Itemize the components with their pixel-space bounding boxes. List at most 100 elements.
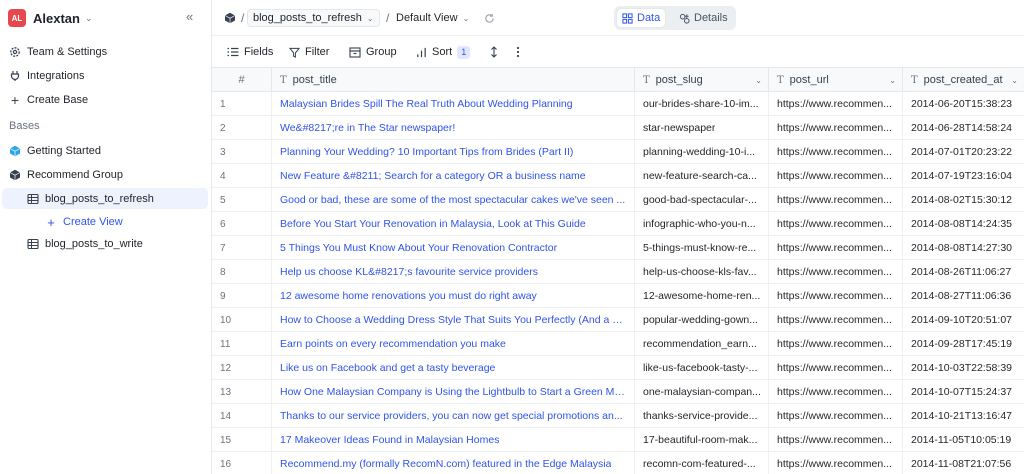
sidebar-item-team-settings[interactable]: Team & Settings	[8, 42, 107, 62]
column-header-post-slug[interactable]: T post_slug ⌄	[635, 68, 769, 92]
post-title-cell[interactable]: Like us on Facebook and get a tasty beve…	[272, 356, 635, 380]
post-slug-cell[interactable]: planning-wedding-10-i...	[635, 140, 769, 164]
filter-button[interactable]: Filter	[289, 44, 329, 60]
sidebar-base-recommend-group[interactable]: Recommend Group	[8, 165, 123, 185]
sort-button[interactable]: Sort 1	[416, 44, 471, 60]
post-url-cell[interactable]: https://www.recommen...	[769, 308, 903, 332]
post-created-at-cell[interactable]: 2014-11-05T10:05:19	[903, 428, 1024, 452]
table-row[interactable]: 15 17 Makeover Ideas Found in Malaysian H…	[212, 428, 1024, 452]
post-title-cell[interactable]: Earn points on every recommendation you …	[272, 332, 635, 356]
post-title-cell[interactable]: Planning Your Wedding? 10 Important Tips…	[272, 140, 635, 164]
table-row[interactable]: 6 Before You Start Your Renovation in Mal…	[212, 212, 1024, 236]
post-url-cell[interactable]: https://www.recommen...	[769, 380, 903, 404]
post-title-cell[interactable]: How to Choose a Wedding Dress Style That…	[272, 308, 635, 332]
tab-details[interactable]: Details	[674, 9, 733, 27]
sidebar-item-integrations[interactable]: Integrations	[8, 66, 84, 86]
table-row[interactable]: 4 New Feature &#8211; Search for a catego…	[212, 164, 1024, 188]
post-slug-cell[interactable]: recomn-com-featured-...	[635, 452, 769, 474]
post-created-at-cell[interactable]: 2014-06-20T15:38:23	[903, 92, 1024, 116]
post-slug-cell[interactable]: thanks-service-provide...	[635, 404, 769, 428]
post-slug-cell[interactable]: popular-wedding-gown...	[635, 308, 769, 332]
post-slug-cell[interactable]: 12-awesome-home-ren...	[635, 284, 769, 308]
table-row[interactable]: 7 5 Things You Must Know About Your Renov…	[212, 236, 1024, 260]
post-slug-cell[interactable]: new-feature-search-ca...	[635, 164, 769, 188]
post-slug-cell[interactable]: our-brides-share-10-im...	[635, 92, 769, 116]
post-url-cell[interactable]: https://www.recommen...	[769, 92, 903, 116]
post-created-at-cell[interactable]: 2014-10-03T22:58:39	[903, 356, 1024, 380]
post-slug-cell[interactable]: star-newspaper	[635, 116, 769, 140]
post-created-at-cell[interactable]: 2014-07-01T20:23:22	[903, 140, 1024, 164]
post-url-cell[interactable]: https://www.recommen...	[769, 164, 903, 188]
post-created-at-cell[interactable]: 2014-09-28T17:45:19	[903, 332, 1024, 356]
post-created-at-cell[interactable]: 2014-06-28T14:58:24	[903, 116, 1024, 140]
sidebar-base-getting-started[interactable]: Getting Started	[8, 141, 101, 161]
post-created-at-cell[interactable]: 2014-08-08T14:27:30	[903, 236, 1024, 260]
post-url-cell[interactable]: https://www.recommen...	[769, 404, 903, 428]
table-row[interactable]: 5 Good or bad, these are some of the most…	[212, 188, 1024, 212]
table-row[interactable]: 14 Thanks to our service providers, you c…	[212, 404, 1024, 428]
post-url-cell[interactable]: https://www.recommen...	[769, 140, 903, 164]
post-created-at-cell[interactable]: 2014-08-08T14:24:35	[903, 212, 1024, 236]
post-url-cell[interactable]: https://www.recommen...	[769, 284, 903, 308]
table-row[interactable]: 3 Planning Your Wedding? 10 Important Tip…	[212, 140, 1024, 164]
sidebar-item-create-base[interactable]: + Create Base	[8, 90, 88, 110]
post-created-at-cell[interactable]: 2014-09-10T20:51:07	[903, 308, 1024, 332]
table-row[interactable]: 16 Recommend.my (formally RecomN.com) fea…	[212, 452, 1024, 474]
breadcrumb-table[interactable]: blog_posts_to_refresh ⌄	[247, 9, 380, 27]
post-created-at-cell[interactable]: 2014-10-07T15:24:37	[903, 380, 1024, 404]
post-title-cell[interactable]: 17 Makeover Ideas Found in Malaysian Hom…	[272, 428, 635, 452]
create-view-button[interactable]: + Create View	[44, 212, 123, 232]
post-created-at-cell[interactable]: 2014-10-21T13:16:47	[903, 404, 1024, 428]
table-row[interactable]: 12 Like us on Facebook and get a tasty be…	[212, 356, 1024, 380]
post-created-at-cell[interactable]: 2014-08-27T11:06:36	[903, 284, 1024, 308]
post-url-cell[interactable]: https://www.recommen...	[769, 428, 903, 452]
post-title-cell[interactable]: 12 awesome home renovations you must do …	[272, 284, 635, 308]
more-options-button[interactable]	[516, 44, 520, 60]
chevron-down-icon[interactable]: ⌄	[755, 76, 762, 85]
table-row[interactable]: 1 Malaysian Brides Spill The Real Truth A…	[212, 92, 1024, 116]
post-title-cell[interactable]: Recommend.my (formally RecomN.com) featu…	[272, 452, 635, 474]
post-title-cell[interactable]: Good or bad, these are some of the most …	[272, 188, 635, 212]
post-created-at-cell[interactable]: 2014-07-19T23:16:04	[903, 164, 1024, 188]
collapse-sidebar-icon[interactable]: «	[186, 10, 193, 24]
table-row[interactable]: 9 12 awesome home renovations you must do…	[212, 284, 1024, 308]
table-row[interactable]: 2 We&#8217;re in The Star newspaper! star-…	[212, 116, 1024, 140]
post-url-cell[interactable]: https://www.recommen...	[769, 236, 903, 260]
table-row[interactable]: 8 Help us choose KL&#8217;s favourite ser…	[212, 260, 1024, 284]
post-title-cell[interactable]: Thanks to our service providers, you can…	[272, 404, 635, 428]
post-url-cell[interactable]: https://www.recommen...	[769, 332, 903, 356]
post-url-cell[interactable]: https://www.recommen...	[769, 260, 903, 284]
post-slug-cell[interactable]: 17-beautiful-room-mak...	[635, 428, 769, 452]
post-title-cell[interactable]: We&#8217;re in The Star newspaper!	[272, 116, 635, 140]
table-row[interactable]: 11 Earn points on every recommendation yo…	[212, 332, 1024, 356]
table-row[interactable]: 10 How to Choose a Wedding Dress Style Th…	[212, 308, 1024, 332]
post-title-cell[interactable]: Help us choose KL&#8217;s favourite serv…	[272, 260, 635, 284]
column-header-post-created-at[interactable]: T post_created_at ⌄	[903, 68, 1024, 92]
fields-button[interactable]: Fields	[227, 44, 273, 60]
post-slug-cell[interactable]: 5-things-must-know-re...	[635, 236, 769, 260]
post-slug-cell[interactable]: infographic-who-you-n...	[635, 212, 769, 236]
post-title-cell[interactable]: How One Malaysian Company is Using the L…	[272, 380, 635, 404]
post-url-cell[interactable]: https://www.recommen...	[769, 116, 903, 140]
post-slug-cell[interactable]: help-us-choose-kls-fav...	[635, 260, 769, 284]
post-slug-cell[interactable]: recommendation_earn...	[635, 332, 769, 356]
breadcrumb-view[interactable]: Default View ⌄	[396, 9, 469, 27]
reload-icon[interactable]	[484, 9, 495, 27]
chevron-down-icon[interactable]: ⌄	[889, 76, 896, 85]
post-title-cell[interactable]: Before You Start Your Renovation in Mala…	[272, 212, 635, 236]
column-header-post-url[interactable]: T post_url ⌄	[769, 68, 903, 92]
post-title-cell[interactable]: New Feature &#8211; Search for a categor…	[272, 164, 635, 188]
column-header-post-title[interactable]: T post_title	[272, 68, 635, 92]
post-url-cell[interactable]: https://www.recommen...	[769, 356, 903, 380]
workspace-switcher[interactable]: AL Alextan ⌄	[8, 8, 93, 28]
group-button[interactable]: Group	[349, 44, 397, 60]
post-slug-cell[interactable]: one-malaysian-compan...	[635, 380, 769, 404]
post-title-cell[interactable]: 5 Things You Must Know About Your Renova…	[272, 236, 635, 260]
sidebar-table-blog-posts-to-refresh[interactable]: blog_posts_to_refresh	[26, 189, 154, 209]
tab-data[interactable]: Data	[617, 9, 666, 27]
post-created-at-cell[interactable]: 2014-08-02T15:30:12	[903, 188, 1024, 212]
post-title-cell[interactable]: Malaysian Brides Spill The Real Truth Ab…	[272, 92, 635, 116]
post-url-cell[interactable]: https://www.recommen...	[769, 452, 903, 474]
post-created-at-cell[interactable]: 2014-08-26T11:06:27	[903, 260, 1024, 284]
chevron-down-icon[interactable]: ⌄	[1011, 76, 1018, 85]
